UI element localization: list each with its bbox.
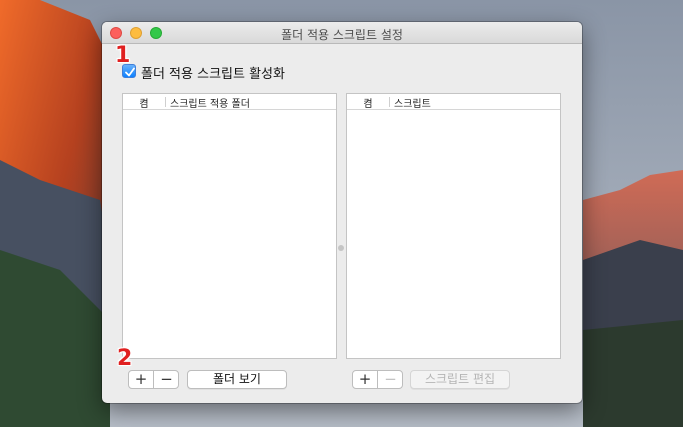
- remove-folder-button[interactable]: −: [154, 371, 178, 388]
- column-divider: [389, 97, 390, 107]
- add-folder-button[interactable]: +: [129, 371, 154, 388]
- scripts-col-on[interactable]: 켬: [347, 95, 389, 110]
- folders-add-remove-control: + −: [128, 370, 179, 389]
- add-script-button[interactable]: +: [353, 371, 378, 388]
- split-view-handle[interactable]: [338, 245, 344, 251]
- edit-script-button[interactable]: 스크립트 편집: [410, 370, 510, 389]
- folder-actions-setup-window: 폴더 적용 스크립트 설정 폴더 적용 스크립트 활성화 켬 스크립트 적용 폴…: [102, 22, 582, 403]
- folders-col-name[interactable]: 스크립트 적용 폴더: [170, 95, 250, 110]
- folders-col-on[interactable]: 켬: [123, 95, 165, 110]
- folders-table[interactable]: 켬 스크립트 적용 폴더: [122, 93, 337, 359]
- annotation-marker-2: 2: [117, 346, 133, 371]
- remove-script-button[interactable]: −: [378, 371, 402, 388]
- annotation-marker-1: 1: [115, 43, 131, 68]
- window-title: 폴더 적용 스크립트 설정: [281, 28, 403, 42]
- scripts-add-remove-control: + −: [352, 370, 403, 389]
- scripts-table[interactable]: 켬 스크립트: [346, 93, 561, 359]
- column-divider: [165, 97, 166, 107]
- enable-folder-actions-label[interactable]: 폴더 적용 스크립트 활성화: [141, 63, 285, 82]
- folders-table-header: 켬 스크립트 적용 폴더: [123, 94, 336, 110]
- show-folder-button[interactable]: 폴더 보기: [187, 370, 287, 389]
- scripts-col-name[interactable]: 스크립트: [394, 95, 431, 110]
- scripts-table-header: 켬 스크립트: [347, 94, 560, 110]
- titlebar: 폴더 적용 스크립트 설정: [102, 22, 582, 44]
